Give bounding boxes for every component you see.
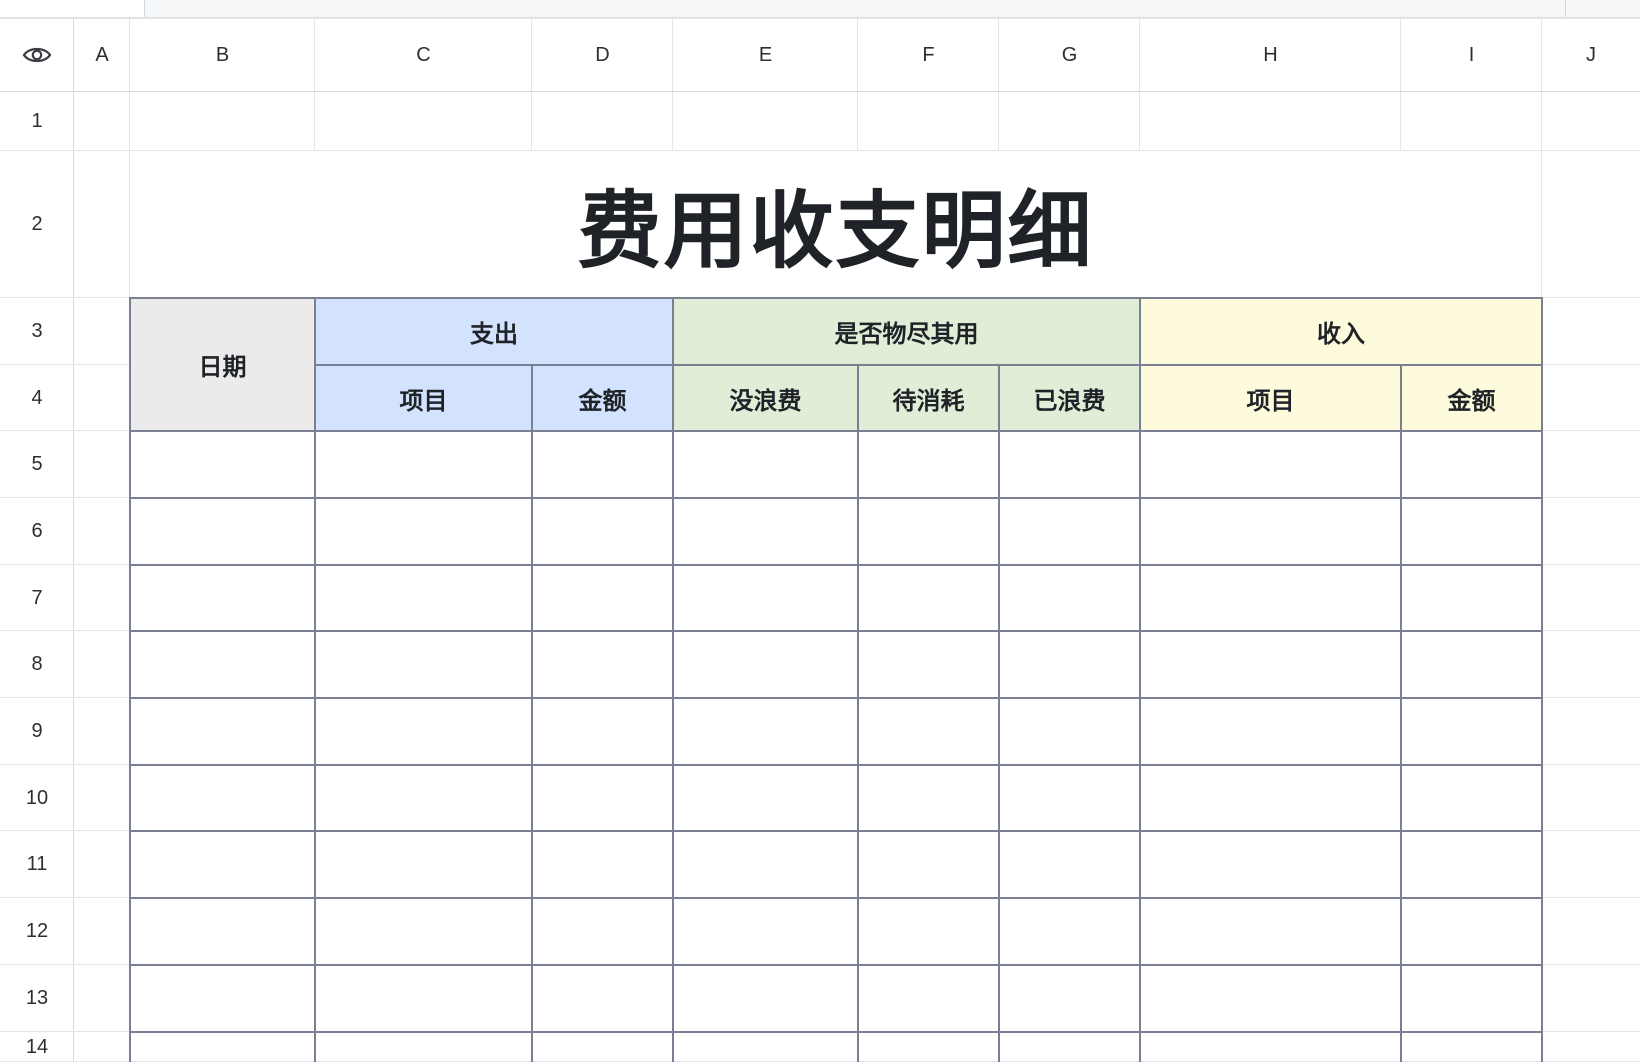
row-header-1[interactable]: 1	[0, 92, 74, 151]
column-header-f[interactable]: F	[858, 18, 999, 92]
sheet-title[interactable]: 费用收支明细	[130, 151, 1541, 297]
table-border-top	[130, 297, 1543, 299]
column-header-d[interactable]: D	[532, 18, 673, 92]
row-header-5[interactable]: 5	[0, 431, 74, 498]
column-header-i[interactable]: I	[1401, 18, 1542, 92]
table-row-line	[130, 897, 1543, 899]
header-income-amount[interactable]: 金额	[1401, 365, 1542, 431]
header-expense[interactable]: 支出	[315, 298, 673, 365]
row-header-7[interactable]: 7	[0, 565, 74, 631]
spreadsheet-grid[interactable]: A B C D E F G H I J 1 2 3 4 5 6 7 8 9 10…	[0, 18, 1640, 1062]
table-row-line	[130, 630, 1543, 632]
table-row-line	[130, 1031, 1543, 1033]
row-header-13[interactable]: 13	[0, 965, 74, 1032]
formula-bar	[0, 0, 1640, 18]
row-header-9[interactable]: 9	[0, 698, 74, 765]
table-row-line	[130, 497, 1543, 499]
table-col-line	[1139, 297, 1141, 1062]
name-box[interactable]	[0, 0, 145, 17]
table-col-line	[531, 364, 533, 1062]
column-header-b[interactable]: B	[130, 18, 315, 92]
formula-bar-divider	[1565, 0, 1566, 17]
header-usage-pending[interactable]: 待消耗	[858, 365, 999, 431]
table-col-line	[1400, 364, 1402, 1062]
column-header-c[interactable]: C	[315, 18, 532, 92]
table-row-line	[130, 830, 1543, 832]
table-row-line	[130, 430, 1543, 432]
row-header-12[interactable]: 12	[0, 898, 74, 965]
table-border-left	[129, 297, 131, 1062]
column-header-e[interactable]: E	[673, 18, 858, 92]
column-header-g[interactable]: G	[999, 18, 1140, 92]
table-row-line	[130, 697, 1543, 699]
row-header-10[interactable]: 10	[0, 765, 74, 831]
table-border-right	[1541, 297, 1543, 1062]
row-header-11[interactable]: 11	[0, 831, 74, 898]
header-income[interactable]: 收入	[1140, 298, 1542, 365]
column-header-j[interactable]: J	[1542, 18, 1640, 92]
column-header-a[interactable]: A	[74, 18, 130, 92]
eye-icon[interactable]	[0, 18, 74, 92]
table-row-line	[130, 764, 1543, 766]
table-col-line	[672, 297, 674, 1062]
row-header-8[interactable]: 8	[0, 631, 74, 698]
row-header-3[interactable]: 3	[0, 298, 74, 365]
header-expense-amount[interactable]: 金额	[532, 365, 673, 431]
row-header-14[interactable]: 14	[0, 1032, 74, 1062]
header-usage-not-wasted[interactable]: 没浪费	[673, 365, 858, 431]
table-row-line	[130, 964, 1543, 966]
table-col-line	[314, 297, 316, 1062]
table-header-split	[315, 364, 1543, 366]
header-date[interactable]: 日期	[130, 298, 315, 431]
table-row-line	[130, 564, 1543, 566]
row-header-2[interactable]: 2	[0, 151, 74, 298]
header-usage-wasted[interactable]: 已浪费	[999, 365, 1140, 431]
header-income-item[interactable]: 项目	[1140, 365, 1401, 431]
column-header-h[interactable]: H	[1140, 18, 1401, 92]
header-usage[interactable]: 是否物尽其用	[673, 298, 1140, 365]
header-expense-item[interactable]: 项目	[315, 365, 532, 431]
row-header-4[interactable]: 4	[0, 365, 74, 431]
row-header-6[interactable]: 6	[0, 498, 74, 565]
table-col-line	[857, 364, 859, 1062]
table-col-line	[998, 364, 1000, 1062]
